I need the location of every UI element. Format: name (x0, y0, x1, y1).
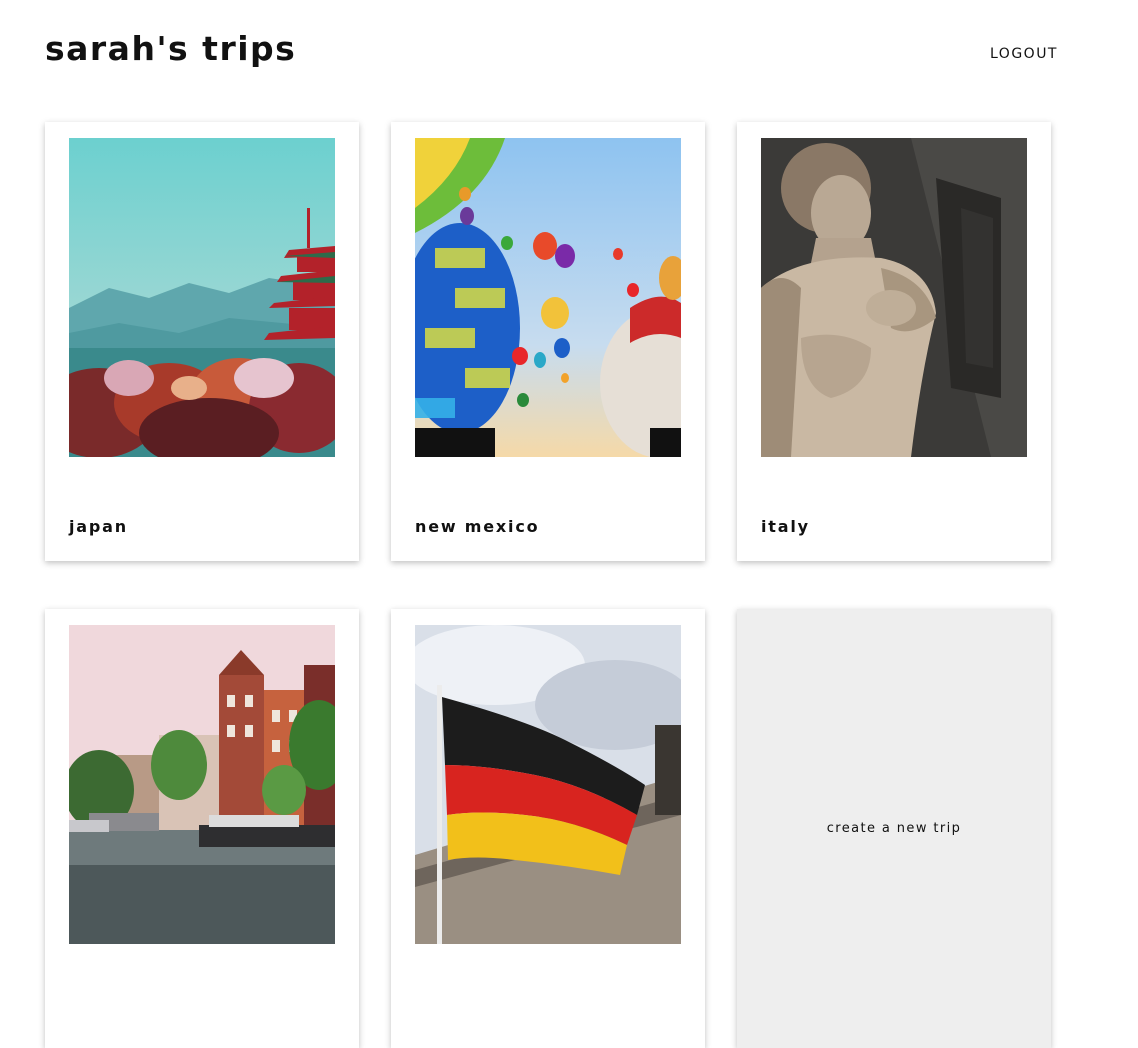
german-flag-photo (415, 625, 681, 944)
trip-card[interactable] (45, 609, 359, 1048)
trip-card-japan[interactable]: japan (45, 122, 359, 561)
trip-card[interactable] (391, 609, 705, 1048)
pagoda-photo (69, 138, 335, 457)
statue-photo (761, 138, 1027, 457)
create-trip-card[interactable]: create a new trip (737, 609, 1051, 1048)
hot-air-balloons-photo (415, 138, 681, 457)
logout-button[interactable]: LOGOUT (990, 46, 1058, 62)
trip-card-new-mexico[interactable]: new mexico (391, 122, 705, 561)
trip-name: italy (761, 517, 810, 536)
page-header: sarah's trips LOGOUT (45, 28, 1058, 78)
canal-houses-photo (69, 625, 335, 944)
page-title: sarah's trips (45, 29, 297, 68)
create-trip-button[interactable]: create a new trip (737, 821, 1051, 836)
trip-name: new mexico (415, 517, 540, 536)
trip-name: japan (69, 517, 128, 536)
trip-card-italy[interactable]: italy (737, 122, 1051, 561)
